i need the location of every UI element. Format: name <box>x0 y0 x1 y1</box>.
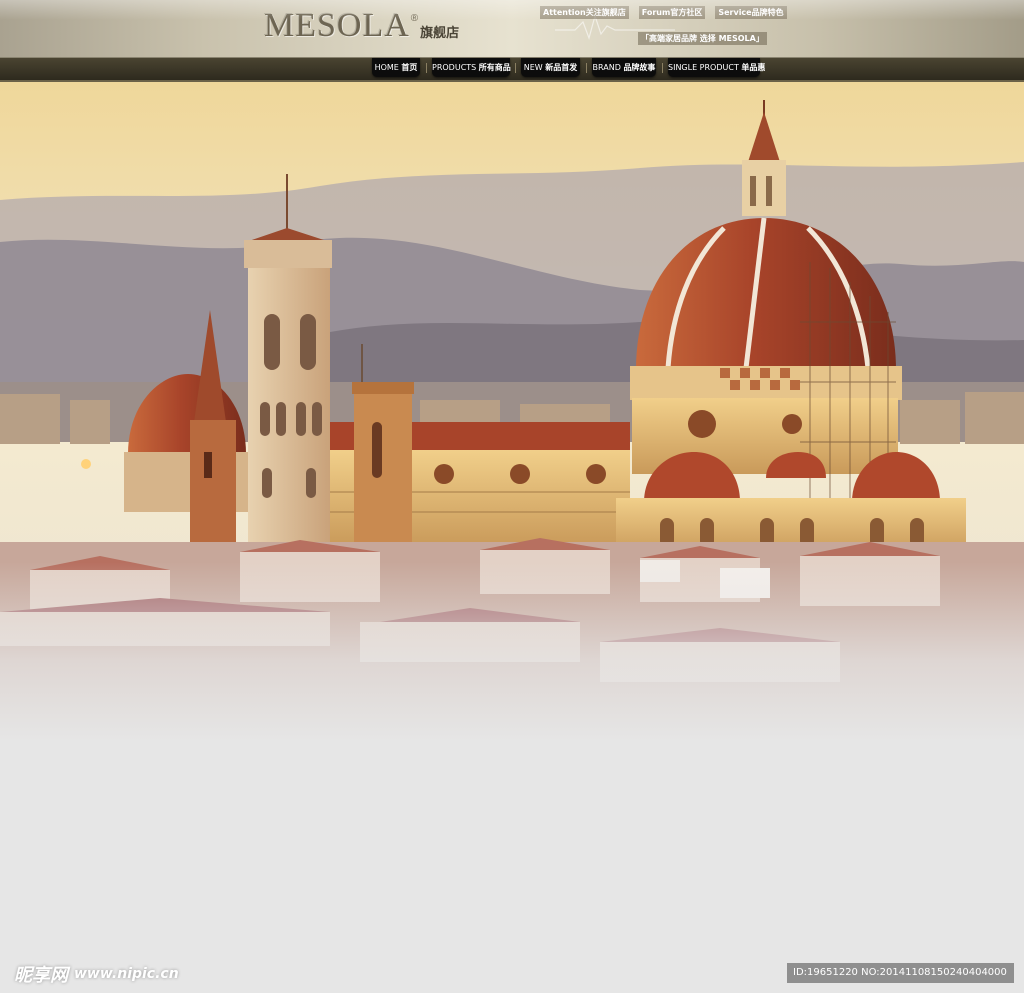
hero-fade-overlay <box>0 562 1024 742</box>
nav-divider <box>426 63 427 73</box>
registered-mark: ® <box>410 13 419 24</box>
nav-label-cn: 品牌故事 <box>623 63 656 72</box>
watermark-site-url: www.nipic.cn <box>74 966 179 982</box>
nav-divider <box>662 63 663 73</box>
brand-logo[interactable]: MESOLA ® 旗舰店 <box>264 6 459 46</box>
top-links: Attention关注旗舰店 Forum官方社区 Service品牌特色 <box>540 6 787 19</box>
top-link-service[interactable]: Service品牌特色 <box>715 6 787 19</box>
nav-label-cn: 单品惠 <box>741 63 766 72</box>
slogan: 「高端家居品牌 选择 MESOLA」 <box>638 32 767 45</box>
nav-divider <box>586 63 587 73</box>
hero-banner <box>0 82 1024 742</box>
nav-label-cn: 新品首发 <box>545 63 578 72</box>
logo-text: MESOLA <box>264 7 410 44</box>
watermark-site-cn: 昵享网 <box>14 965 68 986</box>
nav-label-cn: 首页 <box>401 63 418 72</box>
watermark-site: 昵享网 www.nipic.cn <box>14 962 179 986</box>
nav-item-products[interactable]: PRODUCTS 所有商品 <box>432 58 511 77</box>
main-nav: HOME 首页 PRODUCTS 所有商品 NEW 新品首发 BRAND 品牌故… <box>0 58 1024 82</box>
top-link-forum[interactable]: Forum官方社区 <box>638 6 706 19</box>
nav-item-home[interactable]: HOME 首页 <box>372 58 420 77</box>
top-link-attention[interactable]: Attention关注旗舰店 <box>540 6 629 19</box>
nav-label-cn: 所有商品 <box>478 63 511 72</box>
nav-item-brand[interactable]: BRAND 品牌故事 <box>592 58 656 77</box>
nav-label-en: PRODUCTS <box>432 63 477 72</box>
watermark-image-id: ID:19651220 NO:20141108150240404000 <box>787 963 1014 983</box>
nav-label-en: HOME <box>374 63 399 72</box>
nav-divider <box>515 63 516 73</box>
nav-item-single-product[interactable]: SINGLE PRODUCT 单品惠 <box>668 58 765 77</box>
nav-label-en: NEW <box>523 63 543 72</box>
nav-label-en: BRAND <box>592 63 621 72</box>
site-header: MESOLA ® 旗舰店 Attention关注旗舰店 Forum官方社区 Se… <box>0 0 1024 58</box>
store-name: 旗舰店 <box>420 26 460 41</box>
nav-label-en: SINGLE PRODUCT <box>668 63 739 72</box>
nav-item-new[interactable]: NEW 新品首发 <box>521 58 580 77</box>
